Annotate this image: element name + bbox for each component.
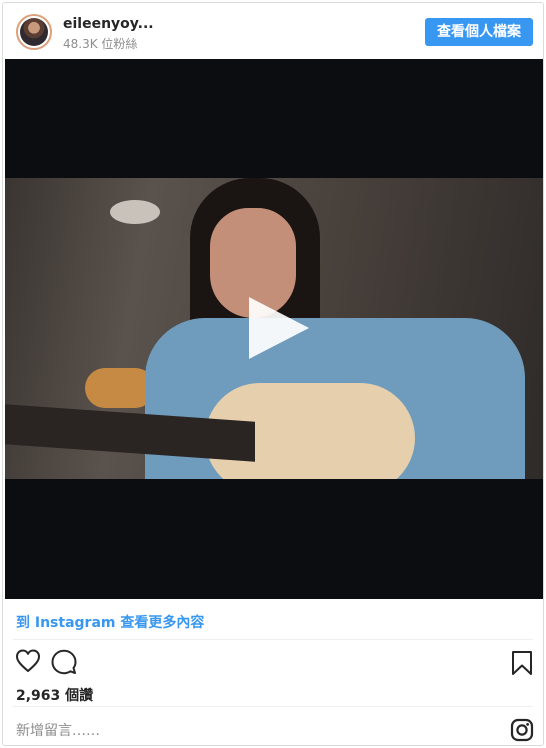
lamp-shape — [110, 200, 160, 224]
heart-icon[interactable] — [15, 649, 41, 673]
comment-input[interactable] — [16, 721, 436, 741]
view-profile-button[interactable]: 查看個人檔案 — [425, 18, 533, 46]
comment-icon[interactable] — [51, 649, 77, 675]
video-player[interactable] — [5, 59, 543, 599]
username[interactable]: eileenyoy... — [63, 16, 154, 32]
divider — [13, 639, 533, 640]
avatar[interactable] — [16, 14, 52, 50]
play-icon[interactable] — [249, 297, 309, 359]
avatar-image — [20, 18, 48, 46]
divider — [13, 706, 533, 707]
post-header: eileenyoy... 48.3K 位粉絲 查看個人檔案 — [3, 3, 543, 59]
follower-count: 48.3K 位粉絲 — [63, 37, 138, 51]
like-count: 2,963 個讚 — [16, 688, 94, 704]
bookmark-icon[interactable] — [511, 650, 533, 676]
view-more-link[interactable]: 到 Instagram 查看更多內容 — [16, 612, 204, 632]
instagram-embed-card: eileenyoy... 48.3K 位粉絲 查看個人檔案 到 Instagra… — [2, 2, 544, 746]
instagram-icon[interactable] — [510, 718, 534, 742]
